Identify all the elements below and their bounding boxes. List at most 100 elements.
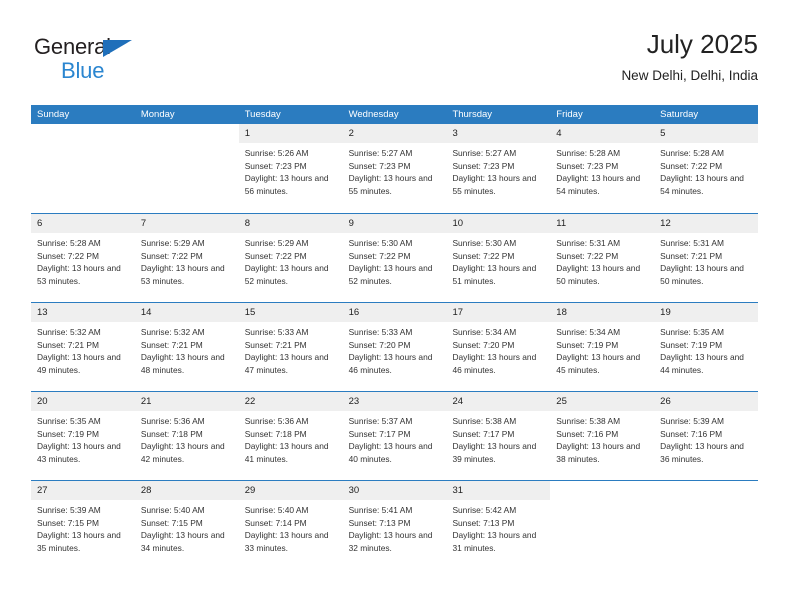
sunset-text: Sunset: 7:16 PM bbox=[556, 428, 619, 439]
calendar-day-cell[interactable]: 20 Sunrise: 5:35 AM Sunset: 7:19 PM Dayligh… bbox=[31, 392, 135, 480]
day-number-band: 2 bbox=[342, 124, 447, 143]
calendar-day-cell[interactable]: 29 Sunrise: 5:40 AM Sunset: 7:14 PM Dayligh… bbox=[238, 481, 343, 569]
sunset-text: Sunset: 7:23 PM bbox=[348, 160, 411, 171]
calendar-day-cell[interactable]: 15 Sunrise: 5:33 AM Sunset: 7:21 PM Dayligh… bbox=[238, 303, 343, 391]
daylight-text: Daylight: 13 hours and 53 minutes. bbox=[140, 263, 225, 286]
sunrise-text: Sunrise: 5:40 AM bbox=[244, 505, 309, 515]
day-number-band: 10 bbox=[446, 214, 551, 233]
sunset-text: Sunset: 7:22 PM bbox=[37, 250, 99, 261]
sunset-text: Sunset: 7:15 PM bbox=[37, 517, 99, 528]
day-number: 30 bbox=[348, 485, 360, 496]
calendar-day-cell[interactable]: 16 Sunrise: 5:33 AM Sunset: 7:20 PM Dayligh… bbox=[342, 303, 447, 391]
calendar-grid: Sunday Monday Tuesday Wednesday Thursday… bbox=[31, 105, 759, 569]
calendar-day-cell[interactable]: 17 Sunrise: 5:34 AM Sunset: 7:20 PM Dayligh… bbox=[446, 303, 551, 391]
day-sun-info: Sunrise: 5:35 AM Sunset: 7:19 PM Daylight:… bbox=[31, 411, 135, 465]
day-number-band: 23 bbox=[342, 392, 447, 411]
calendar-day-cell[interactable]: 7 Sunrise: 5:29 AM Sunset: 7:22 PM Daylight… bbox=[134, 214, 239, 302]
sunset-text: Sunset: 7:22 PM bbox=[348, 250, 411, 261]
day-number-band: 1 bbox=[238, 124, 343, 143]
weekday-header-friday: Friday bbox=[556, 109, 583, 120]
calendar-day-cell[interactable]: 22 Sunrise: 5:36 AM Sunset: 7:18 PM Dayligh… bbox=[238, 392, 343, 480]
calendar-day-cell[interactable]: 28 Sunrise: 5:40 AM Sunset: 7:15 PM Dayligh… bbox=[134, 481, 239, 569]
sunrise-text: Sunrise: 5:26 AM bbox=[244, 148, 309, 158]
day-number: 6 bbox=[37, 218, 43, 229]
day-number-band: 9 bbox=[342, 214, 447, 233]
calendar-day-cell[interactable]: 6 Sunrise: 5:28 AM Sunset: 7:22 PM Daylight… bbox=[31, 214, 135, 302]
calendar-day-cell[interactable]: 19 Sunrise: 5:35 AM Sunset: 7:19 PM Dayligh… bbox=[654, 303, 759, 391]
calendar-day-cell[interactable]: 26 Sunrise: 5:39 AM Sunset: 7:16 PM Dayligh… bbox=[654, 392, 759, 480]
daylight-text: Daylight: 13 hours and 32 minutes. bbox=[348, 530, 433, 553]
calendar-day-cell-empty bbox=[134, 124, 239, 213]
calendar-day-cell[interactable]: 21 Sunrise: 5:36 AM Sunset: 7:18 PM Dayligh… bbox=[134, 392, 239, 480]
day-number-band: 16 bbox=[342, 303, 447, 322]
logo-text-blue: Blue bbox=[61, 58, 105, 83]
day-sun-info: Sunrise: 5:42 AM Sunset: 7:13 PM Daylight:… bbox=[446, 500, 550, 554]
day-sun-info: Sunrise: 5:37 AM Sunset: 7:17 PM Daylight:… bbox=[343, 411, 447, 465]
calendar-day-cell[interactable]: 31 Sunrise: 5:42 AM Sunset: 7:13 PM Dayligh… bbox=[446, 481, 551, 569]
day-number: 22 bbox=[244, 396, 256, 407]
daylight-text: Daylight: 13 hours and 42 minutes. bbox=[140, 441, 225, 464]
calendar-day-cell[interactable]: 13 Sunrise: 5:32 AM Sunset: 7:21 PM Dayligh… bbox=[31, 303, 135, 391]
day-number: 31 bbox=[452, 485, 464, 496]
calendar-day-cell[interactable]: 5 Sunrise: 5:28 AM Sunset: 7:22 PM Daylight… bbox=[654, 124, 759, 213]
day-number: 26 bbox=[660, 396, 671, 407]
day-number-band: 13 bbox=[31, 303, 135, 322]
day-number-band bbox=[135, 124, 239, 143]
sunset-text: Sunset: 7:23 PM bbox=[244, 160, 307, 171]
day-number: 20 bbox=[37, 396, 48, 407]
day-number-band: 8 bbox=[238, 214, 343, 233]
day-number: 5 bbox=[660, 128, 666, 139]
calendar-day-cell[interactable]: 24 Sunrise: 5:38 AM Sunset: 7:17 PM Dayligh… bbox=[446, 392, 551, 480]
day-number: 19 bbox=[660, 307, 671, 318]
calendar-day-cell[interactable]: 18 Sunrise: 5:34 AM Sunset: 7:19 PM Dayligh… bbox=[550, 303, 655, 391]
sunrise-text: Sunrise: 5:40 AM bbox=[140, 505, 205, 515]
weekday-header-thursday: Thursday bbox=[452, 109, 493, 120]
calendar-day-cell-empty bbox=[31, 124, 135, 213]
sunrise-text: Sunrise: 5:42 AM bbox=[452, 505, 517, 515]
calendar-day-cell[interactable]: 9 Sunrise: 5:30 AM Sunset: 7:22 PM Daylight… bbox=[342, 214, 447, 302]
day-number: 1 bbox=[244, 128, 251, 139]
calendar-day-cell[interactable]: 3 Sunrise: 5:27 AM Sunset: 7:23 PM Daylight… bbox=[446, 124, 551, 213]
day-number-band: 15 bbox=[238, 303, 343, 322]
sunrise-text: Sunrise: 5:30 AM bbox=[348, 238, 413, 248]
calendar-day-cell[interactable]: 4 Sunrise: 5:28 AM Sunset: 7:23 PM Daylight… bbox=[550, 124, 655, 213]
day-number-band: 19 bbox=[654, 303, 759, 322]
day-number-band bbox=[31, 124, 135, 143]
sunrise-text: Sunrise: 5:28 AM bbox=[37, 238, 101, 248]
daylight-text: Daylight: 13 hours and 35 minutes. bbox=[37, 530, 121, 553]
daylight-text: Daylight: 13 hours and 45 minutes. bbox=[556, 352, 641, 375]
calendar-day-cell-empty bbox=[654, 481, 759, 569]
daylight-text: Daylight: 13 hours and 55 minutes. bbox=[452, 173, 537, 196]
calendar-day-cell[interactable]: 1 Sunrise: 5:26 AM Sunset: 7:23 PM Daylight… bbox=[238, 124, 343, 213]
calendar-day-cell[interactable]: 10 Sunrise: 5:30 AM Sunset: 7:22 PM Dayligh… bbox=[446, 214, 551, 302]
calendar-day-cell[interactable]: 11 Sunrise: 5:31 AM Sunset: 7:22 PM Dayligh… bbox=[550, 214, 655, 302]
sunset-text: Sunset: 7:15 PM bbox=[140, 517, 203, 528]
day-sun-info: Sunrise: 5:29 AM Sunset: 7:22 PM Daylight:… bbox=[239, 233, 343, 287]
day-number: 25 bbox=[556, 396, 567, 407]
calendar-day-cell[interactable]: 8 Sunrise: 5:29 AM Sunset: 7:22 PM Daylight… bbox=[238, 214, 343, 302]
daylight-text: Daylight: 13 hours and 54 minutes. bbox=[556, 173, 641, 196]
day-sun-info: Sunrise: 5:26 AM Sunset: 7:23 PM Daylight:… bbox=[239, 143, 343, 197]
day-number: 27 bbox=[37, 485, 48, 496]
sunrise-text: Sunrise: 5:34 AM bbox=[556, 327, 621, 337]
calendar-day-cell[interactable]: 27 Sunrise: 5:39 AM Sunset: 7:15 PM Dayligh… bbox=[31, 481, 135, 569]
calendar-day-cell[interactable]: 14 Sunrise: 5:32 AM Sunset: 7:21 PM Dayligh… bbox=[134, 303, 239, 391]
calendar-day-cell[interactable]: 23 Sunrise: 5:37 AM Sunset: 7:17 PM Dayligh… bbox=[342, 392, 447, 480]
day-number-band: 27 bbox=[31, 481, 135, 500]
calendar-day-cell[interactable]: 25 Sunrise: 5:38 AM Sunset: 7:16 PM Dayligh… bbox=[550, 392, 655, 480]
sunrise-text: Sunrise: 5:29 AM bbox=[244, 238, 309, 248]
day-number-band: 17 bbox=[446, 303, 551, 322]
day-sun-info: Sunrise: 5:30 AM Sunset: 7:22 PM Daylight:… bbox=[446, 233, 550, 287]
weekday-header-sunday: Sunday bbox=[37, 109, 70, 120]
sunrise-text: Sunrise: 5:27 AM bbox=[348, 148, 413, 158]
day-number: 3 bbox=[452, 128, 458, 139]
sunset-text: Sunset: 7:14 PM bbox=[244, 517, 307, 528]
daylight-text: Daylight: 13 hours and 55 minutes. bbox=[348, 173, 433, 196]
calendar-day-cell[interactable]: 12 Sunrise: 5:31 AM Sunset: 7:21 PM Dayligh… bbox=[654, 214, 759, 302]
day-sun-info: Sunrise: 5:33 AM Sunset: 7:21 PM Daylight:… bbox=[239, 322, 343, 376]
sunset-text: Sunset: 7:17 PM bbox=[452, 428, 515, 439]
day-number-band: 5 bbox=[654, 124, 759, 143]
calendar-day-cell[interactable]: 30 Sunrise: 5:41 AM Sunset: 7:13 PM Dayligh… bbox=[342, 481, 447, 569]
day-sun-info: Sunrise: 5:41 AM Sunset: 7:13 PM Daylight:… bbox=[343, 500, 447, 554]
calendar-day-cell[interactable]: 2 Sunrise: 5:27 AM Sunset: 7:23 PM Daylight… bbox=[342, 124, 447, 213]
